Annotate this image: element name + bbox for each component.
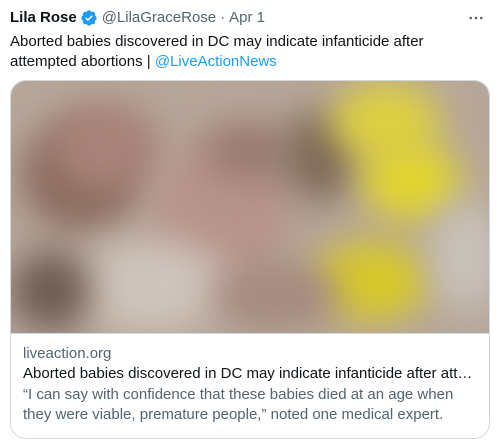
author-handle[interactable]: @LilaGraceRose	[102, 8, 216, 28]
card-title: Aborted babies discovered in DC may indi…	[23, 365, 477, 382]
tweet-date[interactable]: Apr 1	[229, 8, 265, 28]
mention-link[interactable]: @LiveActionNews	[155, 53, 277, 70]
link-card[interactable]: liveaction.org Aborted babies discovered…	[10, 80, 490, 439]
card-body: liveaction.org Aborted babies discovered…	[11, 333, 489, 438]
card-description: “I can say with confidence that these ba…	[23, 386, 454, 423]
author-name[interactable]: Lila Rose	[10, 8, 77, 28]
more-dots-icon[interactable]	[464, 8, 488, 28]
card-domain: liveaction.org	[23, 345, 112, 362]
tweet-header: Lila Rose @LilaGraceRose · Apr 1	[10, 8, 490, 28]
tweet-text: Aborted babies discovered in DC may indi…	[10, 32, 480, 72]
separator-dot: ·	[220, 9, 226, 26]
card-image[interactable]	[11, 81, 489, 333]
verified-badge-icon	[80, 9, 98, 27]
tweet[interactable]: Lila Rose @LilaGraceRose · Apr 1 Aborted…	[0, 0, 500, 444]
